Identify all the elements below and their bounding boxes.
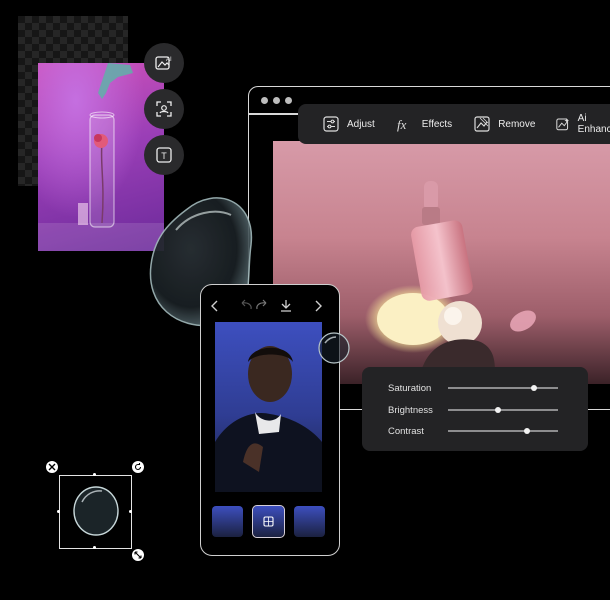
ai-label: AI bbox=[166, 57, 172, 63]
toolbar-adjust[interactable]: Adjust bbox=[323, 104, 375, 144]
undo-icon[interactable] bbox=[241, 299, 252, 310]
selection-bounding-box[interactable] bbox=[59, 475, 132, 549]
toolbar-ai-enhance-label: Ai Enhance bbox=[577, 113, 610, 135]
rotate-selection-button[interactable] bbox=[132, 461, 144, 473]
toolbar-remove-label: Remove bbox=[498, 118, 536, 130]
face-detect-button[interactable] bbox=[144, 89, 184, 129]
toolbar-ai-enhance[interactable]: Ai Enhance bbox=[556, 104, 610, 144]
editor-toolbar: Adjust fx Effects Remove Ai Enhance bbox=[298, 104, 610, 144]
saturation-slider-knob[interactable] bbox=[530, 384, 537, 391]
contrast-label: Contrast bbox=[388, 425, 424, 437]
window-dot-close[interactable] bbox=[261, 97, 268, 104]
mobile-canvas-portrait[interactable] bbox=[215, 322, 322, 492]
delete-selection-button[interactable] bbox=[46, 461, 58, 473]
resize-diagonal-icon bbox=[134, 551, 142, 559]
small-bubble-decoration bbox=[318, 332, 350, 364]
thumbnail-0[interactable] bbox=[212, 506, 243, 537]
forward-icon[interactable] bbox=[315, 300, 322, 312]
contrast-slider[interactable] bbox=[448, 427, 558, 434]
back-icon[interactable] bbox=[211, 300, 218, 312]
phone-toolbar bbox=[211, 299, 322, 312]
brightness-slider-knob[interactable] bbox=[494, 406, 501, 413]
window-dot-maximize[interactable] bbox=[285, 97, 292, 104]
scale-selection-button[interactable] bbox=[132, 549, 144, 561]
resize-handle-top[interactable] bbox=[93, 473, 96, 476]
saturation-slider[interactable] bbox=[448, 384, 558, 391]
face-detect-icon bbox=[156, 101, 172, 117]
redo-icon[interactable] bbox=[256, 299, 267, 310]
saturation-label: Saturation bbox=[388, 382, 432, 394]
text-tool-icon: T bbox=[156, 147, 172, 163]
download-icon[interactable] bbox=[281, 300, 291, 312]
text-tool-button[interactable]: T bbox=[144, 135, 184, 175]
contrast-slider-knob[interactable] bbox=[524, 427, 531, 434]
toolbar-adjust-label: Adjust bbox=[347, 118, 375, 130]
resize-handle-right[interactable] bbox=[129, 510, 132, 513]
adjustments-panel: Saturation Brightness Contrast bbox=[362, 367, 588, 451]
ai-image-button[interactable]: AI bbox=[144, 43, 184, 83]
thumbnail-2[interactable] bbox=[294, 506, 325, 537]
selected-bubble bbox=[73, 486, 119, 536]
resize-handle-left[interactable] bbox=[57, 510, 60, 513]
toolbar-effects[interactable]: fx Effects bbox=[396, 104, 452, 144]
thumbnail-1-selected[interactable] bbox=[252, 505, 285, 538]
sliders-icon bbox=[323, 116, 339, 132]
ai-enhance-icon bbox=[556, 118, 570, 131]
svg-text:fx: fx bbox=[397, 117, 407, 132]
brightness-label: Brightness bbox=[388, 404, 433, 416]
text-tool-label: T bbox=[161, 151, 167, 161]
resize-handle-bottom[interactable] bbox=[93, 546, 96, 549]
adjust-row-brightness: Brightness bbox=[362, 400, 588, 420]
adjust-row-saturation: Saturation bbox=[362, 378, 588, 398]
brightness-slider[interactable] bbox=[448, 406, 558, 413]
toolbar-remove[interactable]: Remove bbox=[474, 104, 535, 144]
close-icon bbox=[48, 463, 56, 471]
window-dot-minimize[interactable] bbox=[273, 97, 280, 104]
ai-image-icon: AI bbox=[155, 56, 172, 70]
grid-icon bbox=[263, 516, 274, 527]
rotate-icon bbox=[134, 463, 142, 471]
adjust-row-contrast: Contrast bbox=[362, 421, 588, 441]
portrait-illustration bbox=[215, 346, 322, 492]
fx-icon: fx bbox=[397, 117, 407, 132]
toolbar-effects-label: Effects bbox=[421, 118, 453, 130]
image-remove-icon bbox=[474, 116, 490, 132]
